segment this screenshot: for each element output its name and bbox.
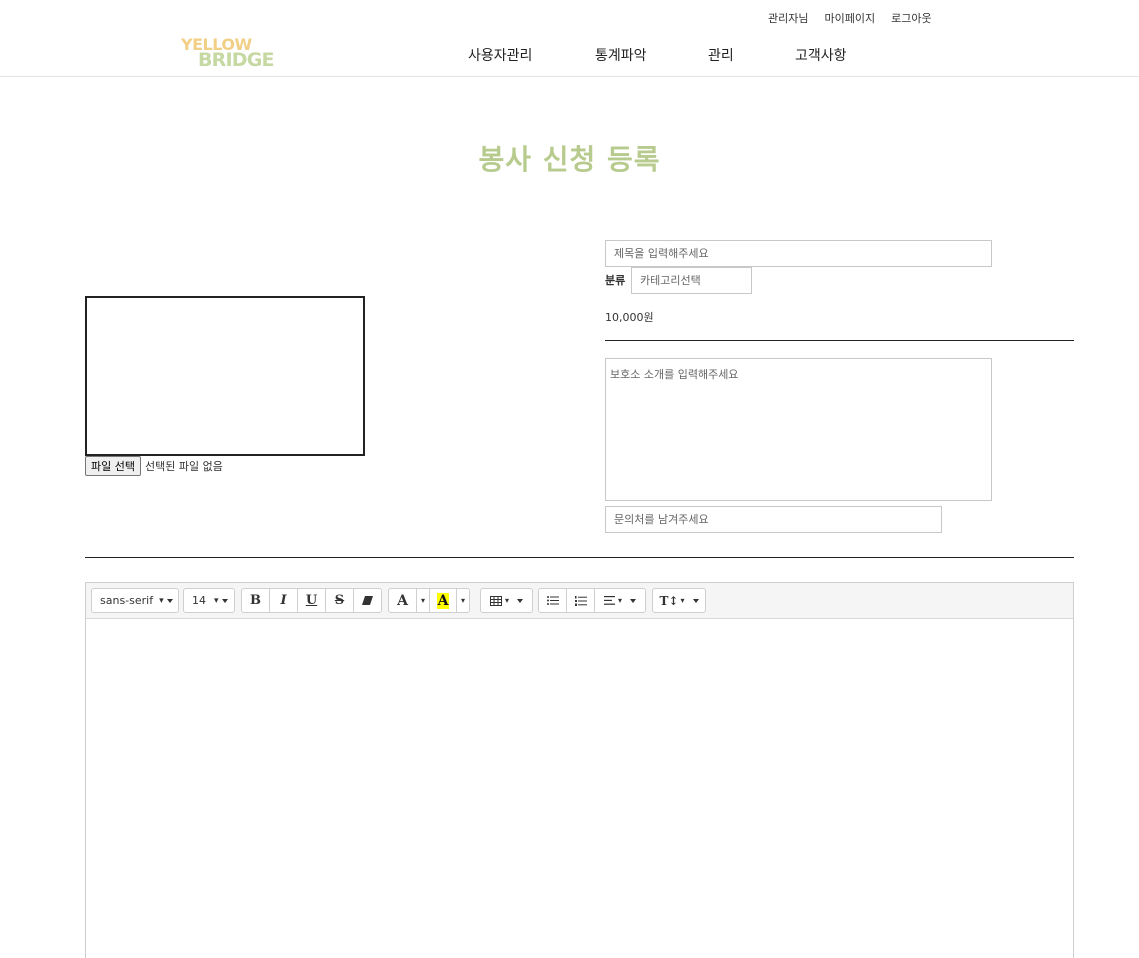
title-input[interactable] <box>605 240 992 267</box>
table-dropdown[interactable]: ▾ <box>480 588 533 613</box>
color-group: A ▾ A ▾ <box>388 588 470 613</box>
logo[interactable]: YELLOW BRIDGE <box>181 35 283 73</box>
bold-button[interactable]: B <box>241 588 270 613</box>
dropdown-caret-icon <box>221 598 228 603</box>
category-input[interactable] <box>631 267 752 294</box>
line-height-group: T↕ ▾ <box>652 588 706 613</box>
logout-link[interactable]: 로그아웃 <box>891 10 931 26</box>
nav-user-management[interactable]: 사용자관리 <box>468 45 532 65</box>
font-family-value: sans-serif <box>100 594 154 607</box>
ordered-list-button[interactable] <box>566 588 595 613</box>
font-size-group: 14 ▾ <box>183 588 235 613</box>
font-size-dropdown[interactable]: 14 ▾ <box>183 588 235 613</box>
numbered-list-icon <box>574 595 587 606</box>
rich-text-editor: sans-serif ▾ 14 ▾ B I U S A ▾ A ▾ ▾ ▾ T↕… <box>85 582 1074 958</box>
clear-format-button[interactable] <box>353 588 382 613</box>
nav-customer-issues[interactable]: 고객사항 <box>795 45 847 65</box>
intro-textarea[interactable] <box>605 358 992 501</box>
category-label: 분류 <box>605 274 626 287</box>
dropdown-caret-icon <box>166 598 173 603</box>
italic-button[interactable]: I <box>269 588 298 613</box>
font-family-dropdown[interactable]: sans-serif ▾ <box>91 588 179 613</box>
align-left-icon <box>603 596 615 605</box>
font-style-group: B I U S <box>241 588 382 613</box>
font-color-dropdown[interactable]: ▾ <box>416 588 430 613</box>
file-select-button[interactable]: 파일 선택 <box>85 456 141 476</box>
bullet-list-icon <box>546 596 559 605</box>
divider <box>605 340 1074 341</box>
chevron-down-icon: ▾ <box>680 596 685 605</box>
highlight-label: A <box>436 592 450 609</box>
dropdown-caret-icon <box>517 598 523 603</box>
font-family-group: sans-serif ▾ <box>91 588 179 613</box>
dropdown-caret-icon <box>692 598 699 603</box>
page-title: 봉사 신청 등록 <box>478 143 661 176</box>
font-size-value: 14 <box>192 594 206 607</box>
editor-content-area[interactable] <box>86 619 1073 958</box>
chevron-down-icon: ▾ <box>214 595 219 606</box>
nav-statistics[interactable]: 통계파악 <box>595 45 647 65</box>
header: YELLOW BRIDGE 관리자님 마이페이지 로그아웃 사용자관리 통계파악… <box>0 0 1139 77</box>
file-upload: 파일 선택 선택된 파일 없음 <box>85 456 223 476</box>
admin-link[interactable]: 관리자님 <box>768 10 808 26</box>
strikethrough-button[interactable]: S <box>325 588 354 613</box>
mypage-link[interactable]: 마이페이지 <box>824 10 875 26</box>
file-status: 선택된 파일 없음 <box>144 460 223 473</box>
line-height-dropdown[interactable]: T↕ ▾ <box>652 588 706 613</box>
highlight-button[interactable]: A <box>429 588 457 613</box>
top-links: 관리자님 마이페이지 로그아웃 <box>768 10 932 26</box>
logo-line-2: BRIDGE <box>198 49 275 71</box>
align-dropdown[interactable]: ▾ <box>594 588 646 613</box>
chevron-down-icon: ▾ <box>504 596 509 605</box>
table-group: ▾ <box>480 588 533 613</box>
list-group: ▾ <box>538 588 646 613</box>
chevron-down-icon: ▾ <box>617 596 622 605</box>
eraser-icon <box>362 596 373 605</box>
unordered-list-button[interactable] <box>538 588 567 613</box>
font-color-button[interactable]: A <box>388 588 417 613</box>
nav-management[interactable]: 관리 <box>708 45 734 65</box>
dropdown-caret-icon <box>630 598 636 603</box>
contact-input[interactable] <box>605 506 942 533</box>
image-preview <box>85 296 365 456</box>
editor-toolbar: sans-serif ▾ 14 ▾ B I U S A ▾ A ▾ ▾ ▾ T↕… <box>86 583 1073 619</box>
chevron-down-icon: ▾ <box>159 595 164 606</box>
divider <box>85 557 1074 558</box>
table-icon <box>489 595 502 606</box>
line-height-icon: T↕ <box>659 593 679 608</box>
underline-button[interactable]: U <box>297 588 326 613</box>
price-text: 10,000원 <box>605 311 654 324</box>
highlight-dropdown[interactable]: ▾ <box>456 588 470 613</box>
